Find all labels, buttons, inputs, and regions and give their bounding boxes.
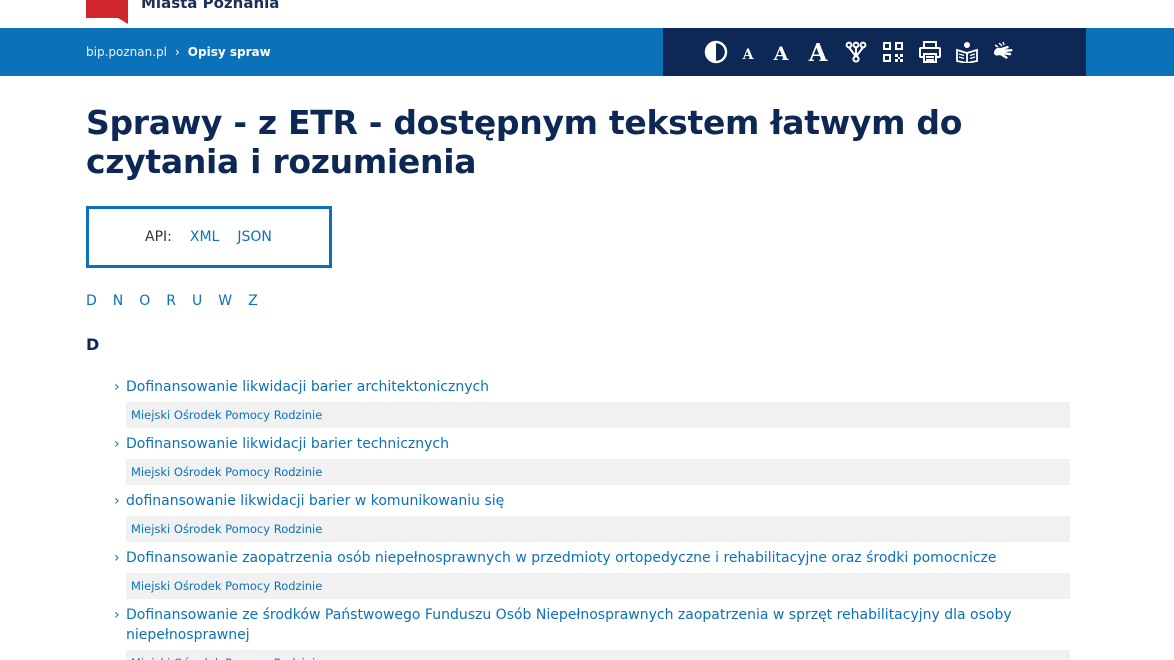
chevron-right-icon: › [114,607,120,623]
case-unit[interactable]: Miejski Ośrodek Pomocy Rodzinie [126,573,1070,599]
list-item: › Dofinansowanie zaopatrzenia osób niepe… [114,548,1070,599]
case-title[interactable]: Dofinansowanie likwidacji barier technic… [126,434,1070,454]
list-item: › Dofinansowanie ze środków Państwowego … [114,605,1070,660]
case-unit[interactable]: Miejski Ośrodek Pomocy Rodzinie [126,459,1070,485]
qr-code-icon[interactable] [874,28,911,76]
breadcrumb-current[interactable]: Opisy spraw [188,45,271,59]
font-size-small-button[interactable]: A [733,28,763,76]
api-json-link[interactable]: JSON [237,229,272,245]
sitemap-icon[interactable] [837,28,874,76]
breadcrumb-separator: › [174,45,180,59]
page-title: Sprawy - z ETR - dostępnym tekstem łatwy… [86,103,963,181]
case-link[interactable]: › Dofinansowanie likwidacji barier archi… [114,377,1070,397]
top-header: Miasta Poznania [0,0,1174,28]
accessibility-toolbar: A A A [663,28,1086,76]
case-title[interactable]: dofinansowanie likwidacji barier w komun… [126,491,1070,511]
letter-link-w[interactable]: W [218,293,232,309]
list-item: › dofinansowanie likwidacji barier w kom… [114,491,1070,542]
api-label: API: [145,229,172,245]
logo-text[interactable]: Miasta Poznania [141,0,279,12]
letter-link-n[interactable]: N [113,293,123,309]
breadcrumb-home-link[interactable]: bip.poznan.pl [86,45,167,59]
letter-link-o[interactable]: O [139,293,150,309]
navigation-bar: bip.poznan.pl › Opisy spraw A A A [0,28,1174,76]
case-unit[interactable]: Miejski Ośrodek Pomocy Rodzinie [126,650,1070,660]
case-title[interactable]: Dofinansowanie ze środków Państwowego Fu… [126,605,1070,645]
api-box: API: XML JSON [86,206,332,268]
section-heading-d: D [86,335,100,354]
letter-link-r[interactable]: R [166,293,176,309]
breadcrumb: bip.poznan.pl › Opisy spraw [86,28,271,76]
case-unit[interactable]: Miejski Ośrodek Pomocy Rodzinie [126,516,1070,542]
easy-read-icon[interactable] [948,28,985,76]
letter-link-u[interactable]: U [192,293,202,309]
sign-language-icon[interactable] [985,28,1022,76]
case-title[interactable]: Dofinansowanie likwidacji barier archite… [126,377,1070,397]
case-list: › Dofinansowanie likwidacji barier archi… [114,377,1070,660]
case-link[interactable]: › Dofinansowanie likwidacji barier techn… [114,434,1070,454]
contrast-toggle-icon[interactable] [699,28,733,76]
chevron-right-icon: › [114,493,120,509]
case-title[interactable]: Dofinansowanie zaopatrzenia osób niepełn… [126,548,1070,568]
chevron-right-icon: › [114,379,120,395]
alphabet-index: D N O R U W Z [86,293,274,309]
api-xml-link[interactable]: XML [190,229,219,245]
letter-link-z[interactable]: Z [248,293,258,309]
case-link[interactable]: › Dofinansowanie zaopatrzenia osób niepe… [114,548,1070,568]
case-unit[interactable]: Miejski Ośrodek Pomocy Rodzinie [126,402,1070,428]
chevron-right-icon: › [114,436,120,452]
case-link[interactable]: › Dofinansowanie ze środków Państwowego … [114,605,1070,645]
list-item: › Dofinansowanie likwidacji barier archi… [114,377,1070,428]
list-item: › Dofinansowanie likwidacji barier techn… [114,434,1070,485]
font-size-medium-button[interactable]: A [763,28,799,76]
font-size-large-button[interactable]: A [799,28,837,76]
chevron-right-icon: › [114,550,120,566]
case-link[interactable]: › dofinansowanie likwidacji barier w kom… [114,491,1070,511]
print-icon[interactable] [911,28,948,76]
city-logo-icon[interactable] [86,0,128,24]
letter-link-d[interactable]: D [86,293,97,309]
